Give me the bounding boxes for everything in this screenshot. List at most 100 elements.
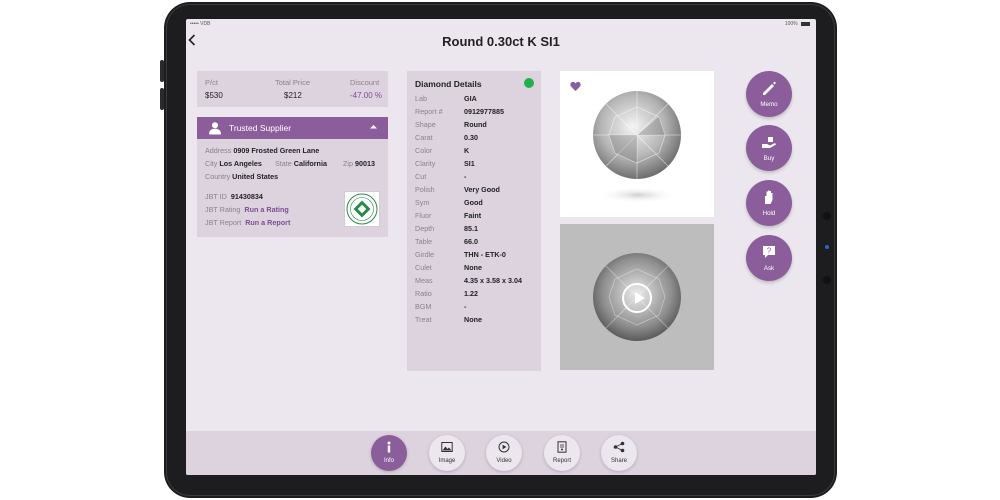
detail-value: 4.35 x 3.58 x 3.04 bbox=[464, 276, 522, 285]
detail-key: Fluor bbox=[415, 211, 432, 220]
trusted-supplier-header[interactable]: Trusted Supplier bbox=[197, 117, 388, 139]
detail-key: Lab bbox=[415, 94, 427, 103]
play-icon bbox=[635, 292, 645, 304]
run-rating-link[interactable]: Run a Rating bbox=[244, 205, 288, 214]
discount-label: Discount bbox=[350, 78, 380, 87]
detail-value: Very Good bbox=[464, 185, 500, 194]
zip-value: 90013 bbox=[355, 159, 375, 168]
discount-value: -47.00 % bbox=[350, 91, 383, 100]
detail-value: K bbox=[464, 146, 470, 155]
device-camera bbox=[825, 245, 829, 249]
detail-key: Treat bbox=[415, 315, 432, 324]
jbt-seal-logo bbox=[344, 191, 380, 227]
detail-key: Table bbox=[415, 237, 433, 246]
detail-value: 1.22 bbox=[464, 289, 478, 298]
detail-value: 66.0 bbox=[464, 237, 478, 246]
tab-report-label: Report bbox=[552, 458, 571, 464]
diamond-details-title: Diamond Details bbox=[415, 79, 482, 89]
detail-value: GIA bbox=[464, 94, 477, 103]
tab-share-label: Share bbox=[610, 458, 627, 464]
detail-key: Report # bbox=[415, 107, 443, 116]
detail-key: Girdle bbox=[415, 250, 435, 259]
memo-label: Memo bbox=[760, 101, 778, 108]
tab-info-label: Info bbox=[383, 458, 394, 464]
tab-report[interactable]: Report bbox=[544, 435, 580, 471]
diamond-video[interactable] bbox=[560, 224, 714, 370]
detail-value: THN - ETK-0 bbox=[464, 250, 506, 259]
carrier-label: ••••• VDB bbox=[190, 21, 211, 27]
tab-video-label: Video bbox=[496, 458, 512, 464]
share-icon bbox=[613, 441, 625, 453]
hold-label: Hold bbox=[762, 210, 776, 217]
detail-key: Meas bbox=[415, 276, 433, 285]
buy-icon bbox=[762, 137, 776, 148]
detail-value: Round bbox=[464, 120, 487, 129]
favorite-heart-icon[interactable] bbox=[570, 81, 581, 92]
tab-info[interactable]: Info bbox=[371, 435, 407, 471]
availability-status-indicator bbox=[524, 78, 534, 88]
zip-label: Zip bbox=[343, 159, 353, 168]
ask-label: Ask bbox=[763, 265, 775, 272]
person-icon bbox=[209, 122, 221, 135]
tab-share[interactable]: Share bbox=[601, 435, 637, 471]
run-report-link[interactable]: Run a Report bbox=[245, 218, 290, 227]
detail-value: 0.30 bbox=[464, 133, 478, 142]
device-sensor bbox=[823, 276, 831, 284]
detail-value: None bbox=[464, 263, 482, 272]
diamond-details-panel: Diamond Details Lab GIA Report # 091297788… bbox=[407, 71, 541, 371]
total-price-label: Total Price bbox=[275, 78, 311, 87]
volume-button bbox=[160, 60, 164, 82]
detail-key: Shape bbox=[415, 120, 436, 129]
total-price-value: $212 bbox=[284, 91, 302, 100]
detail-key: Depth bbox=[415, 224, 435, 233]
city-value: Los Angeles bbox=[219, 159, 262, 168]
detail-key: Polish bbox=[415, 185, 435, 194]
buy-label: Buy bbox=[763, 155, 775, 162]
detail-value: SI1 bbox=[464, 159, 475, 168]
volume-button bbox=[160, 88, 164, 110]
play-video-button[interactable] bbox=[622, 283, 652, 313]
price-summary: P/ct Total Price Discount $530 $212 -47.… bbox=[197, 71, 388, 107]
bottom-tab-bar: Info Image Video Report Share bbox=[186, 431, 816, 475]
detail-key: Clarity bbox=[415, 159, 436, 168]
detail-value: - bbox=[464, 172, 467, 181]
battery-label: 100% bbox=[784, 21, 798, 27]
detail-value: 0912977885 bbox=[464, 107, 504, 116]
detail-key: Ratio bbox=[415, 289, 432, 298]
tab-image-label: Image bbox=[438, 458, 456, 464]
svg-text:?: ? bbox=[767, 247, 772, 256]
detail-key: Carat bbox=[415, 133, 433, 142]
diamond-image[interactable] bbox=[560, 71, 714, 217]
tab-image[interactable]: Image bbox=[429, 435, 465, 471]
address-label: Address bbox=[205, 146, 232, 155]
image-icon bbox=[441, 442, 453, 452]
battery-icon bbox=[801, 22, 810, 26]
status-bar: ••••• VDB 100% bbox=[186, 19, 816, 29]
report-icon bbox=[557, 441, 567, 453]
jbt-report-label: JBT Report bbox=[205, 218, 242, 227]
ask-button[interactable]: ? Ask bbox=[746, 235, 792, 281]
tab-video[interactable]: Video bbox=[486, 435, 522, 471]
city-label: City bbox=[205, 159, 218, 168]
detail-value: Faint bbox=[464, 211, 482, 220]
buy-button[interactable]: Buy bbox=[746, 125, 792, 171]
address-value: 0909 Frosted Green Lane bbox=[233, 146, 320, 155]
country-label: Country bbox=[205, 172, 231, 181]
supplier-details: Address 0909 Frosted Green Lane City Los… bbox=[197, 139, 388, 237]
country-value: United States bbox=[232, 172, 279, 181]
detail-key: Culet bbox=[415, 263, 432, 272]
info-icon bbox=[387, 441, 391, 453]
app-screen: ••••• VDB 100% Round 0.30ct K SI1 P/ct T… bbox=[186, 19, 816, 475]
detail-value: - bbox=[464, 302, 467, 311]
detail-key: Color bbox=[415, 146, 433, 155]
hold-icon bbox=[765, 190, 773, 204]
detail-key: BGM bbox=[415, 302, 432, 311]
detail-value: None bbox=[464, 315, 482, 324]
hold-button[interactable]: Hold bbox=[746, 180, 792, 226]
memo-button[interactable]: Memo bbox=[746, 71, 792, 117]
jbt-id-value: 91430834 bbox=[230, 192, 263, 201]
ask-icon: ? bbox=[763, 246, 775, 258]
detail-value: Good bbox=[464, 198, 483, 207]
detail-key: Cut bbox=[415, 172, 427, 181]
device-sensor bbox=[823, 212, 831, 220]
